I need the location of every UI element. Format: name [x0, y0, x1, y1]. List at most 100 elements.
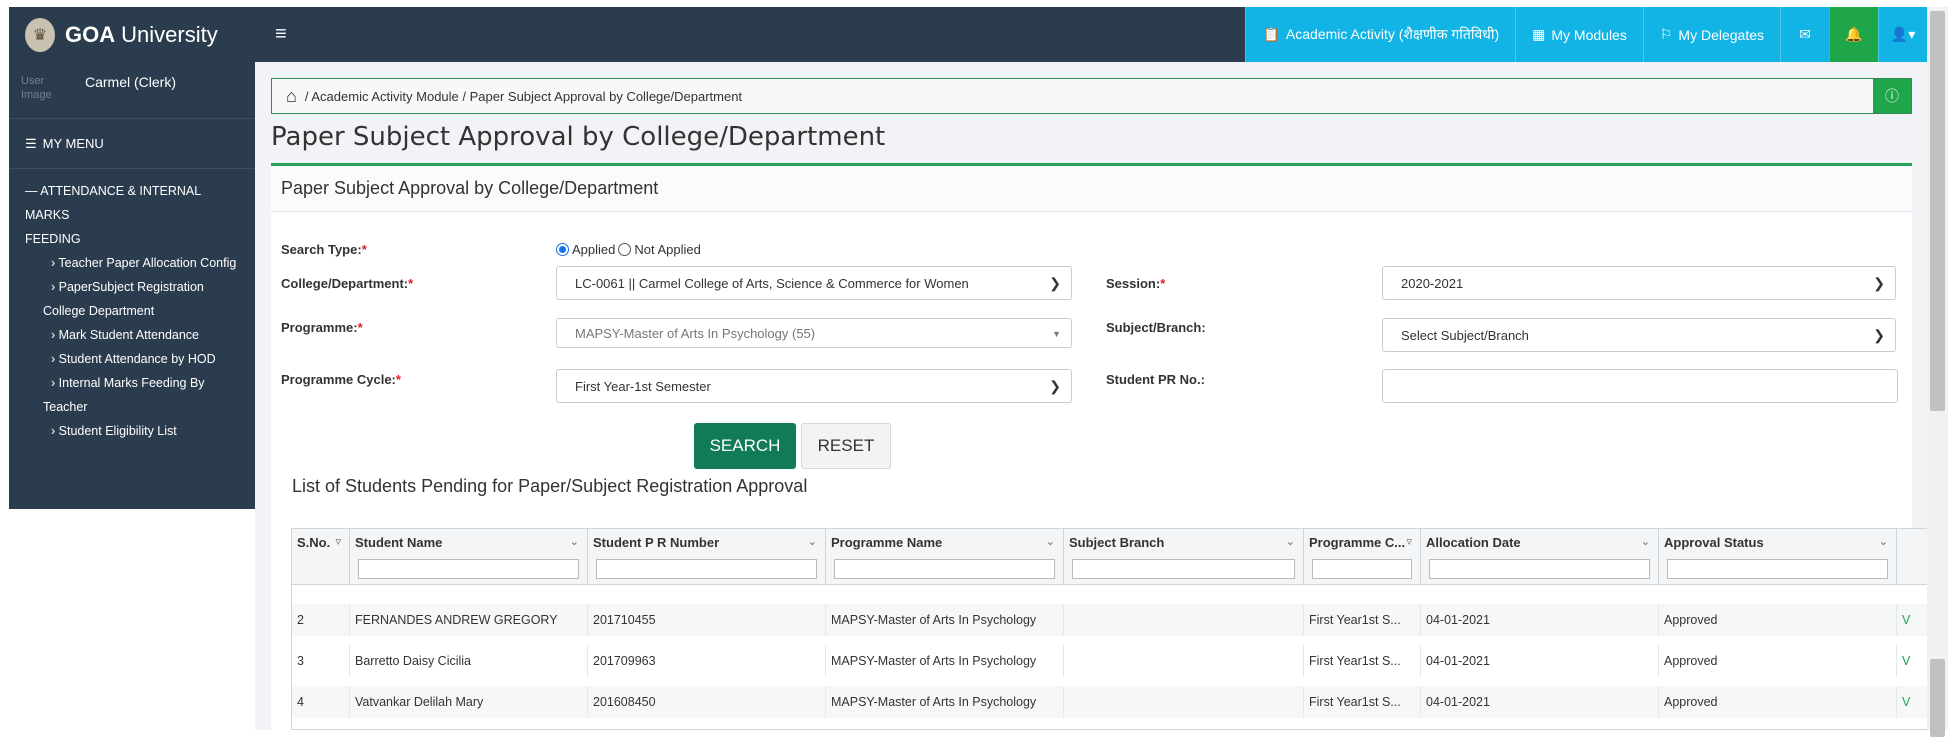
user-menu-button[interactable]: 👤▾ — [1878, 7, 1927, 62]
filter-input[interactable] — [834, 559, 1055, 579]
section-line2[interactable]: FEEDING — [25, 227, 247, 251]
info-icon[interactable]: ⓘ — [1873, 79, 1911, 113]
my-delegates-link[interactable]: ⚐ My Delegates — [1642, 7, 1780, 62]
brand[interactable]: ♛ GOA University — [9, 7, 255, 62]
session-select[interactable]: 2020-2021 ❯ — [1382, 266, 1896, 300]
scrollbar-thumb-lower[interactable] — [1930, 659, 1945, 737]
scrollbar-thumb[interactable] — [1930, 11, 1945, 411]
view-link[interactable]: V — [1897, 604, 1927, 636]
sidebar-item-college-department[interactable]: College Department — [25, 299, 247, 323]
my-modules-link[interactable]: ▦ My Modules — [1515, 7, 1643, 62]
cell-sno: 2 — [292, 604, 350, 636]
subject-select[interactable]: Select Subject/Branch ❯ — [1382, 318, 1896, 352]
cycle-select[interactable]: First Year-1st Semester ❯ — [556, 369, 1072, 403]
page-title: Paper Subject Approval by College/Depart… — [271, 122, 886, 152]
view-link[interactable]: V — [1897, 686, 1927, 718]
filter-input[interactable] — [596, 559, 817, 579]
col-approval-status[interactable]: Approval Status ⌄ — [1659, 529, 1897, 585]
filter-input[interactable] — [1429, 559, 1650, 579]
table-row[interactable]: 4 Vatvankar Delilah Mary 201608450 MAPSY… — [292, 686, 1928, 718]
chevron-down-icon[interactable]: ⌄ — [1286, 535, 1295, 548]
brand-rest: University — [121, 21, 218, 47]
page-scrollbar[interactable] — [1927, 7, 1948, 737]
chevron-down-icon[interactable]: ⌄ — [570, 535, 579, 548]
sidebar-item-attendance-hod[interactable]: › Student Attendance by HOD — [25, 347, 247, 371]
cell-pr-number: 201709963 — [588, 645, 826, 677]
view-link[interactable]: V — [1897, 645, 1927, 677]
cell-student-name: Barretto Daisy Cicilia — [350, 645, 588, 677]
search-type-label: Search Type:* — [281, 242, 367, 257]
col-subject-branch[interactable]: Subject Branch ⌄ — [1064, 529, 1304, 585]
pr-label: Student PR No.: — [1106, 372, 1205, 387]
college-select[interactable]: LC-0061 || Carmel College of Arts, Scien… — [556, 266, 1072, 300]
top-nav-menu: 📋 Academic Activity (शैक्षणीक गतिविधी) ▦… — [1245, 7, 1927, 62]
cell-allocation-date: 04-01-2021 — [1421, 604, 1659, 636]
table-row[interactable]: 3 Barretto Daisy Cicilia 201709963 MAPSY… — [292, 645, 1928, 677]
filter-icon[interactable]: ▿ — [335, 535, 341, 548]
sidebar-menu: — ATTENDANCE & INTERNAL MARKS FEEDING › … — [9, 169, 255, 443]
bell-icon: 🔔 — [1845, 26, 1863, 42]
sidebar-item-teacher[interactable]: Teacher — [25, 395, 247, 419]
not-applied-radio[interactable] — [618, 243, 632, 256]
sidebar-item-mark-attendance[interactable]: › Mark Student Attendance — [25, 323, 247, 347]
cell-approval-status: Approved — [1659, 686, 1897, 718]
academic-activity-link[interactable]: 📋 Academic Activity (शैक्षणीक गतिविधी) — [1245, 7, 1516, 62]
col-student-name[interactable]: Student Name ⌄ — [350, 529, 588, 585]
cycle-value: First Year-1st Semester — [575, 378, 711, 394]
cell-programme-cycle: First Year1st S... — [1304, 645, 1421, 677]
cell-student-name: FERNANDES ANDREW GREGORY — [350, 604, 588, 636]
cell-subject-branch — [1064, 645, 1304, 677]
filter-input[interactable] — [1667, 559, 1888, 579]
chevron-down-icon: ❯ — [1873, 327, 1885, 343]
cell-subject-branch — [1064, 686, 1304, 718]
sidebar-item-eligibility-list[interactable]: › Student Eligibility List — [25, 419, 247, 443]
chevron-down-icon[interactable]: ⌄ — [1879, 535, 1888, 548]
table-row[interactable]: 2 FERNANDES ANDREW GREGORY 201710455 MAP… — [292, 604, 1928, 636]
sidebar-item-teacher-paper-allocation[interactable]: › Teacher Paper Allocation Config — [25, 251, 247, 275]
programme-select[interactable]: MAPSY-Master of Arts In Psychology (55) … — [556, 318, 1072, 348]
search-button[interactable]: SEARCH — [694, 423, 796, 469]
home-icon[interactable]: ⌂ — [286, 86, 297, 107]
sidebar-item-label: PaperSubject Registration — [58, 280, 204, 294]
applied-radio[interactable] — [556, 243, 569, 256]
sidebar-item-label: Teacher Paper Allocation Config — [58, 256, 237, 270]
chevron-down-icon[interactable]: ⌄ — [1046, 535, 1055, 548]
grid-header: S.No. ▿ Student Name ⌄ Student P R Number ⌄… — [292, 529, 1928, 585]
my-modules-label: My Modules — [1551, 26, 1627, 43]
filter-input[interactable] — [1072, 559, 1295, 579]
chevron-down-icon[interactable]: ⌄ — [1641, 535, 1650, 548]
chevron-right-icon: › — [51, 424, 59, 438]
cell-programme-name: MAPSY-Master of Arts In Psychology — [826, 604, 1064, 636]
col-programme-name[interactable]: Programme Name ⌄ — [826, 529, 1064, 585]
cell-pr-number: 201710455 — [588, 604, 826, 636]
sidebar-section-attendance[interactable]: — ATTENDANCE & INTERNAL MARKS — [25, 179, 247, 227]
col-programme-cycle[interactable]: Programme C... ▿ — [1304, 529, 1421, 585]
chevron-right-icon: › — [51, 328, 59, 342]
cell-programme-cycle: First Year1st S... — [1304, 686, 1421, 718]
collapse-icon: — — [25, 184, 41, 198]
filter-input[interactable] — [1312, 559, 1412, 579]
chevron-down-icon[interactable]: ⌄ — [808, 535, 817, 548]
programme-value: MAPSY-Master of Arts In Psychology (55) — [575, 325, 816, 341]
session-value: 2020-2021 — [1401, 275, 1464, 291]
sidebar-item-internal-marks[interactable]: › Internal Marks Feeding By — [25, 371, 247, 395]
cell-programme-name: MAPSY-Master of Arts In Psychology — [826, 645, 1064, 677]
cell-approval-status: Approved — [1659, 604, 1897, 636]
col-pr-number[interactable]: Student P R Number ⌄ — [588, 529, 826, 585]
reset-button[interactable]: RESET — [801, 423, 891, 469]
messages-button[interactable]: ✉ — [1780, 7, 1829, 62]
search-type-radios: Applied Not Applied — [556, 242, 701, 257]
filter-input[interactable] — [358, 559, 579, 579]
sidebar-toggle-icon[interactable]: ≡ — [255, 7, 287, 62]
my-menu-label: MY MENU — [42, 136, 104, 151]
pr-input[interactable] — [1382, 369, 1898, 403]
sidebar-item-paper-subject-registration[interactable]: › PaperSubject Registration — [25, 275, 247, 299]
cell-allocation-date: 04-01-2021 — [1421, 686, 1659, 718]
envelope-icon: ✉ — [1799, 26, 1811, 42]
col-sno[interactable]: S.No. ▿ — [292, 529, 350, 585]
cycle-label: Programme Cycle:* — [281, 372, 401, 387]
notifications-button[interactable]: 🔔 — [1829, 7, 1878, 62]
filter-icon[interactable]: ▿ — [1406, 535, 1412, 548]
col-allocation-date[interactable]: Allocation Date ⌄ — [1421, 529, 1659, 585]
clipboard-icon: 📋 — [1262, 26, 1280, 42]
